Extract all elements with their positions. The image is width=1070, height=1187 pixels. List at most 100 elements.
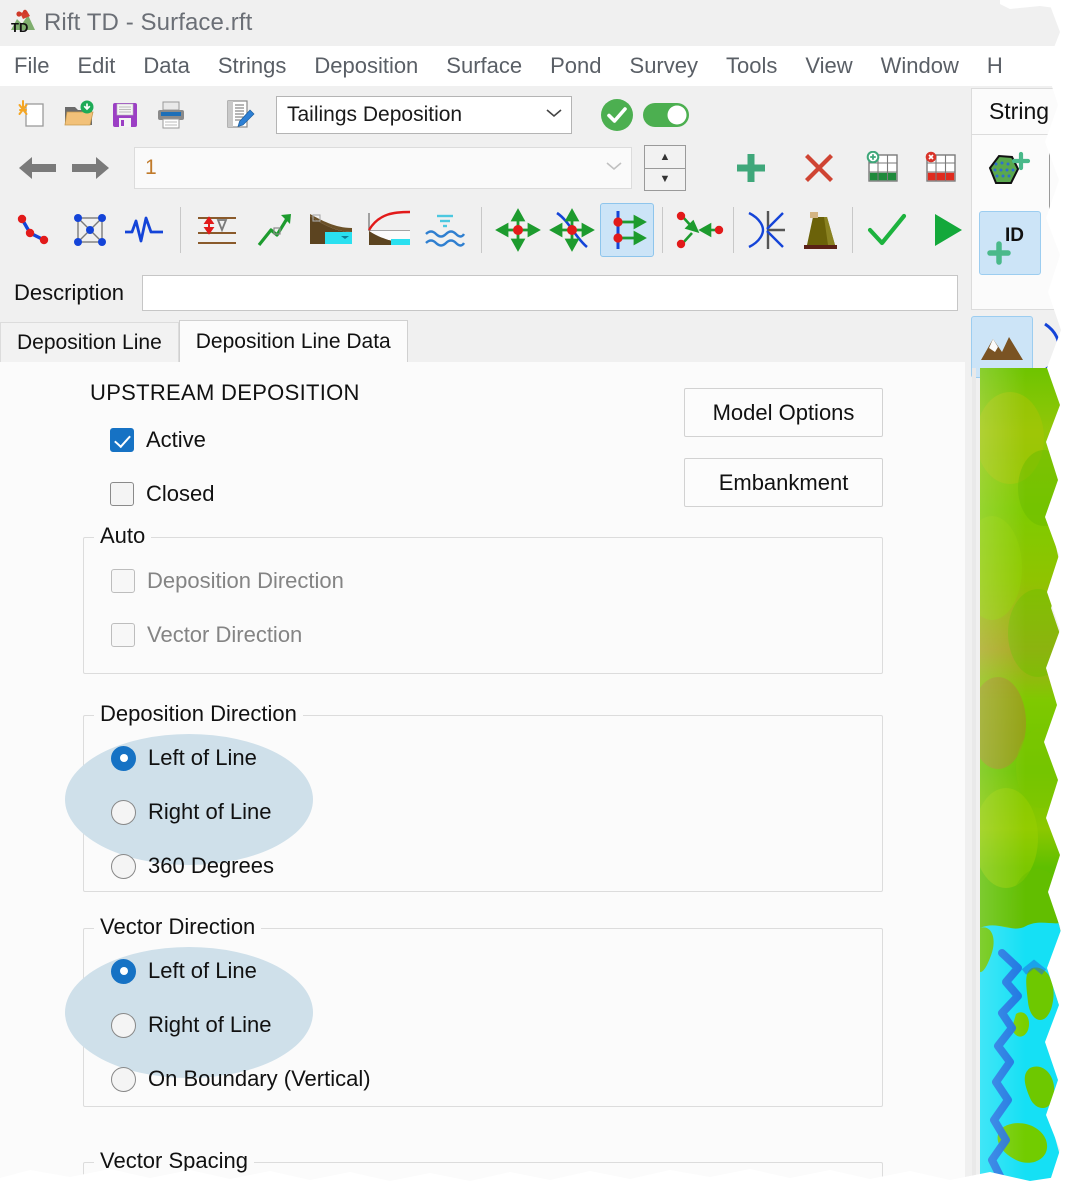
deposition-direction-group: Deposition Direction Left of Line Right … [65,701,883,892]
dock-separator [1049,147,1050,217]
edit-notes-icon[interactable] [216,92,262,138]
vector-on-boundary-label: On Boundary (Vertical) [148,1066,371,1091]
stepper-down-button[interactable]: ▼ [645,169,685,191]
menu-file[interactable]: File [14,46,63,86]
deposition-mode-combo[interactable]: Tailings Deposition [276,96,572,134]
waveform-icon[interactable] [118,207,170,253]
dock-tab-string[interactable]: String [971,88,1067,134]
deposition-right-of-line-radio[interactable] [111,799,136,825]
auto-deposition-direction-row[interactable]: Deposition Direction [111,568,344,594]
menu-edit[interactable]: Edit [63,46,129,86]
embankment-icon[interactable] [794,207,846,253]
vector-on-boundary-row[interactable]: On Boundary (Vertical) [111,1066,371,1092]
window-title: Rift TD - Surface.rft [44,9,253,36]
menu-deposition[interactable]: Deposition [300,46,432,86]
save-disk-icon[interactable] [102,92,148,138]
arrow-right-icon[interactable] [64,145,116,191]
toolbar-tools-row [0,194,965,266]
vector-spacing-group: Vector Spacing [83,1148,883,1187]
table-add-row-icon[interactable] [860,145,906,191]
deposition-direction-icon[interactable] [600,203,654,257]
deposition-direction-legend: Deposition Direction [94,701,303,727]
add-string-polygon-icon[interactable] [979,143,1039,203]
tab-deposition-line-data[interactable]: Deposition Line Data [178,320,408,362]
deposition-left-of-line-row[interactable]: Left of Line [111,745,257,771]
deposition-right-of-line-row[interactable]: Right of Line [111,799,272,825]
app-logo-icon: TD [8,8,38,38]
line-index-stepper[interactable]: ▲ ▼ [644,145,686,191]
svg-text:ID: ID [1005,225,1024,246]
deposition-left-of-line-radio[interactable] [111,745,136,771]
vector-right-of-line-radio[interactable] [111,1012,136,1038]
green-toggle-on-icon[interactable] [640,92,696,138]
terrain-heightmap-preview[interactable] [972,368,1070,1187]
vector-on-boundary-radio[interactable] [111,1066,136,1092]
table-delete-row-icon[interactable] [918,145,964,191]
menu-strings[interactable]: Strings [204,46,300,86]
description-row: Description [0,268,965,318]
move-line-4way-icon[interactable] [546,207,598,253]
print-icon[interactable] [148,92,194,138]
page-title: UPSTREAM DEPOSITION [90,380,360,405]
vector-spacing-legend: Vector Spacing [94,1148,254,1174]
apply-check-icon[interactable] [859,207,915,253]
description-input[interactable] [142,275,959,311]
chevron-down-icon [605,159,623,177]
auto-vector-direction-label: Vector Direction [147,622,303,647]
toolbar-separator [733,207,734,253]
add-string-id-icon[interactable]: ID [979,211,1041,275]
vector-right-of-line-label: Right of Line [148,1012,272,1037]
auto-group: Auto Deposition Direction Vector Directi… [83,523,883,674]
vector-right-of-line-row[interactable]: Right of Line [111,1012,272,1038]
menu-view[interactable]: View [791,46,866,86]
menu-tools[interactable]: Tools [712,46,791,86]
plus-icon[interactable] [728,145,774,191]
cross-section-icon[interactable] [740,207,792,253]
move-4way-icon[interactable] [492,207,544,253]
polyline-points-icon[interactable] [6,207,58,253]
open-folder-icon[interactable] [56,92,102,138]
menu-pond[interactable]: Pond [536,46,615,86]
embankment-button[interactable]: Embankment [684,458,883,507]
elevation-interval-icon[interactable] [191,207,243,253]
title-bar: TD Rift TD - Surface.rft [0,0,1030,46]
menu-window[interactable]: Window [867,46,973,86]
menu-survey[interactable]: Survey [616,46,712,86]
deposition-360-degrees-row[interactable]: 360 Degrees [111,853,274,879]
auto-deposition-direction-checkbox[interactable] [111,569,135,593]
mesh-nodes-icon[interactable] [64,207,116,253]
vector-direction-icon[interactable] [671,207,727,253]
stepper-up-button[interactable]: ▲ [645,146,685,169]
vector-left-of-line-row[interactable]: Left of Line [111,958,257,984]
auto-vector-direction-row[interactable]: Vector Direction [111,622,302,648]
water-waves-icon[interactable] [419,207,471,253]
beach-curve-chart-icon[interactable] [361,207,417,253]
vector-direction-group: Vector Direction Left of Line Right of L… [65,914,883,1107]
menu-help[interactable]: H [973,46,1003,86]
toolbar-separator [662,207,663,253]
menu-surface[interactable]: Surface [432,46,536,86]
line-index-combo[interactable]: 1 [134,147,632,189]
tab-deposition-line[interactable]: Deposition Line [0,322,179,362]
closed-checkbox[interactable] [110,482,134,506]
beach-slope-icon[interactable] [303,207,359,253]
closed-checkbox-row[interactable]: Closed [110,481,214,507]
auto-vector-direction-checkbox[interactable] [111,623,135,647]
active-checkbox-row[interactable]: Active [110,427,206,453]
model-options-button[interactable]: Model Options [684,388,883,437]
deposition-360-degrees-radio[interactable] [111,853,136,879]
toolbar-separator [180,207,181,253]
toolbar-separator [481,207,482,253]
auto-deposition-direction-label: Deposition Direction [147,568,344,593]
confirm-check-button[interactable] [594,92,640,138]
application-window: TD Rift TD - Surface.rft File Edit Data … [0,0,1070,1187]
chevron-down-icon [545,106,563,124]
vector-left-of-line-radio[interactable] [111,958,136,984]
menu-data[interactable]: Data [129,46,203,86]
arrow-left-icon[interactable] [12,145,64,191]
new-file-icon[interactable] [10,92,56,138]
cross-icon[interactable] [796,145,842,191]
deposition-right-of-line-label: Right of Line [148,799,272,824]
active-checkbox[interactable] [110,428,134,452]
rising-arrow-icon[interactable] [249,207,301,253]
